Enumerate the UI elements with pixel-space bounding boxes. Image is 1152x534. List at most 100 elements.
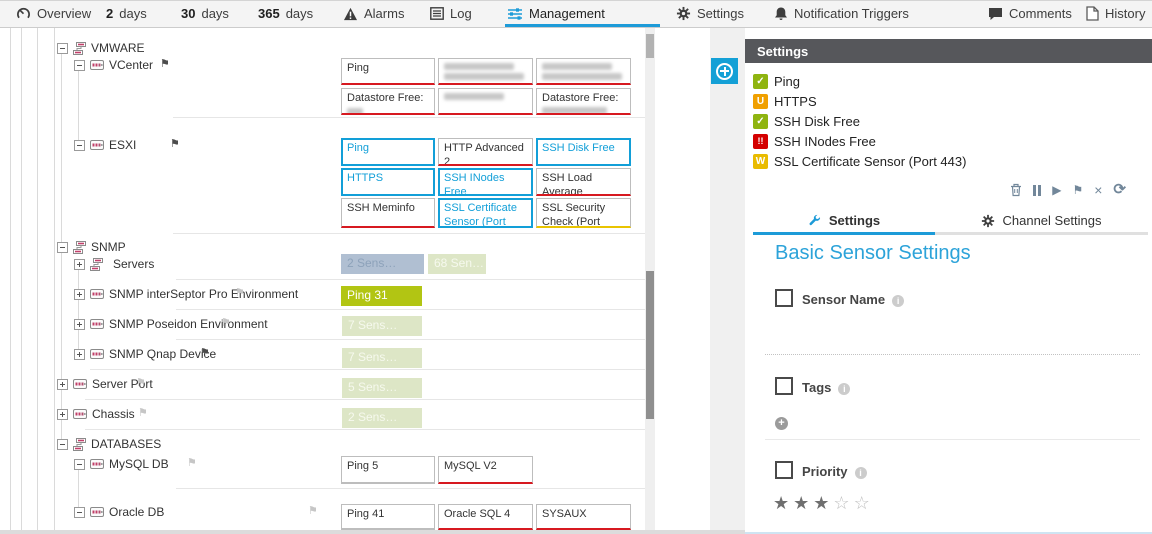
tree-device-vcenter[interactable]: VCenter [74,58,153,72]
sensor-name-checkbox[interactable] [775,289,793,307]
expand-toggle-icon[interactable] [57,379,68,390]
close-icon[interactable]: × [1094,183,1102,197]
delete-icon[interactable] [1010,183,1022,197]
horizontal-scrollbar-track[interactable] [0,530,745,534]
add-tag-button[interactable]: + [775,417,788,430]
favorite-flag-icon[interactable]: ⚑ [170,139,180,149]
favorite-flag-icon[interactable]: ⚑ [221,318,231,328]
sensor-count-badge[interactable]: 7 Sens… [342,316,422,336]
selected-sensor-item[interactable]: ✓ Ping [753,72,800,90]
info-icon[interactable]: i [855,467,867,479]
expand-toggle-icon[interactable] [74,259,85,270]
star-empty-icon[interactable]: ☆ [854,493,874,513]
favorite-flag-icon[interactable]: ⚑ [138,408,148,418]
tab-notification-triggers[interactable]: Notification Triggers [774,1,909,26]
sensor-box-http-advanced-2[interactable]: HTTP Advanced 2 [438,138,533,166]
tree-device-esxi[interactable]: ESXI [74,138,136,152]
priority-checkbox[interactable] [775,461,793,479]
sensor-count-badge[interactable]: Ping 31 [341,286,422,306]
sensor-box-ssl-certificate[interactable]: SSL Certificate Sensor (Port 443) [438,198,533,228]
tree-device-chassis[interactable]: Chassis [57,407,135,421]
favorite-flag-icon[interactable]: ⚑ [187,458,197,468]
scrollbar-thumb[interactable] [646,271,654,419]
tags-checkbox[interactable] [775,377,793,395]
selected-sensor-item[interactable]: !! SSH INodes Free [753,132,876,150]
favorite-flag-icon[interactable]: ⚑ [160,59,170,69]
selected-sensor-item[interactable]: ✓ SSH Disk Free [753,112,860,130]
tab-2-days[interactable]: 2 days [106,1,147,26]
sensor-box-ssh-load-average[interactable]: SSH Load Average [536,168,631,196]
sensor-count-badge[interactable]: 68 Sen… [428,254,486,274]
tree-vertical-scrollbar[interactable] [645,28,655,530]
favorite-flag-icon[interactable]: ⚑ [235,288,245,298]
tab-365-days[interactable]: 365 days [258,1,313,26]
selected-sensor-item[interactable]: W SSL Certificate Sensor (Port 443) [753,152,966,170]
priority-star-rating[interactable]: ★★★☆☆ [773,493,874,514]
tree-group-servers[interactable]: Servers [74,257,154,271]
star-empty-icon[interactable]: ☆ [833,493,853,513]
sensor-box-redacted[interactable] [438,58,533,85]
sensor-box-mysql-v2[interactable]: MySQL V2 [438,456,533,484]
resume-icon[interactable]: ▶ [1052,183,1061,197]
sensor-box-datastore-free[interactable]: Datastore Free: [536,88,631,115]
favorite-flag-icon[interactable]: ⚑ [308,506,318,516]
tree-device-oracle[interactable]: Oracle DB [74,505,164,519]
sensor-box-redacted[interactable] [536,58,631,85]
tab-30-days[interactable]: 30 days [181,1,229,26]
tab-alarms[interactable]: Alarms [343,1,404,26]
collapse-toggle-icon[interactable] [57,439,68,450]
tree-device-interseptor[interactable]: SNMP interSeptor Pro Environment [74,287,298,301]
star-filled-icon[interactable]: ★ [813,493,833,513]
sensor-box-ping[interactable]: Ping [341,58,435,85]
sensor-box-datastore-free[interactable]: Datastore Free: [341,88,435,115]
tab-sensor-settings[interactable]: Settings [753,209,935,235]
sensor-box-ping-5[interactable]: Ping 5 [341,456,435,484]
tree-group-vmware[interactable]: VMWARE [57,41,145,55]
sensor-box-https[interactable]: HTTPS [341,168,435,196]
info-icon[interactable]: i [838,383,850,395]
add-sensor-button[interactable] [711,58,738,84]
pause-icon[interactable] [1033,185,1041,196]
collapse-toggle-icon[interactable] [74,459,85,470]
tab-log[interactable]: Log [430,1,472,26]
refresh-icon[interactable]: ⟳ [1113,183,1126,197]
sensor-box-ping-41[interactable]: Ping 41 [341,504,435,530]
sensor-box-oracle-sql-4[interactable]: Oracle SQL 4 [438,504,533,530]
tab-history[interactable]: History [1086,1,1145,26]
sensor-count-badge[interactable]: 7 Sens… [342,348,422,368]
favorite-flag-icon[interactable]: ⚑ [200,348,210,358]
collapse-toggle-icon[interactable] [57,43,68,54]
tree-group-snmp[interactable]: SNMP [57,240,126,254]
collapse-toggle-icon[interactable] [74,507,85,518]
sensor-box-ping[interactable]: Ping [341,138,435,166]
sensor-count-badge[interactable]: 2 Sens… [341,254,424,274]
collapse-toggle-icon[interactable] [74,140,85,151]
sensor-box-ssl-security-check[interactable]: SSL Security Check (Port 443) [536,198,631,228]
selected-sensor-item[interactable]: U HTTPS [753,92,817,110]
sensor-count-badge[interactable]: 2 Sens… [342,408,422,428]
sensor-box-ssh-disk-free[interactable]: SSH Disk Free [536,138,631,166]
tab-management[interactable]: Management [507,1,605,26]
expand-toggle-icon[interactable] [74,319,85,330]
collapse-toggle-icon[interactable] [57,242,68,253]
tree-group-databases[interactable]: DATABASES [57,437,161,451]
star-filled-icon[interactable]: ★ [773,493,793,513]
tree-device-poseidon[interactable]: SNMP Poseidon Environment [74,317,268,331]
tree-device-mysql[interactable]: MySQL DB [74,457,169,471]
sensor-count-badge[interactable]: 5 Sens… [342,378,422,398]
tree-device-qnap[interactable]: SNMP Qnap Device [74,347,216,361]
info-icon[interactable]: i [892,295,904,307]
sensor-box-redacted[interactable] [438,88,533,115]
flag-icon[interactable]: ⚑ [1072,183,1083,197]
expand-toggle-icon[interactable] [74,289,85,300]
tab-overview[interactable]: Overview [16,1,91,26]
expand-toggle-icon[interactable] [74,349,85,360]
sensor-box-sysaux[interactable]: SYSAUX [536,504,631,530]
collapse-toggle-icon[interactable] [74,60,85,71]
star-filled-icon[interactable]: ★ [793,493,813,513]
tab-settings[interactable]: Settings [676,1,744,26]
scrollbar-thumb[interactable] [646,34,654,58]
expand-toggle-icon[interactable] [57,409,68,420]
favorite-flag-icon[interactable]: ⚑ [136,378,146,388]
tab-channel-settings[interactable]: Channel Settings [935,209,1148,235]
